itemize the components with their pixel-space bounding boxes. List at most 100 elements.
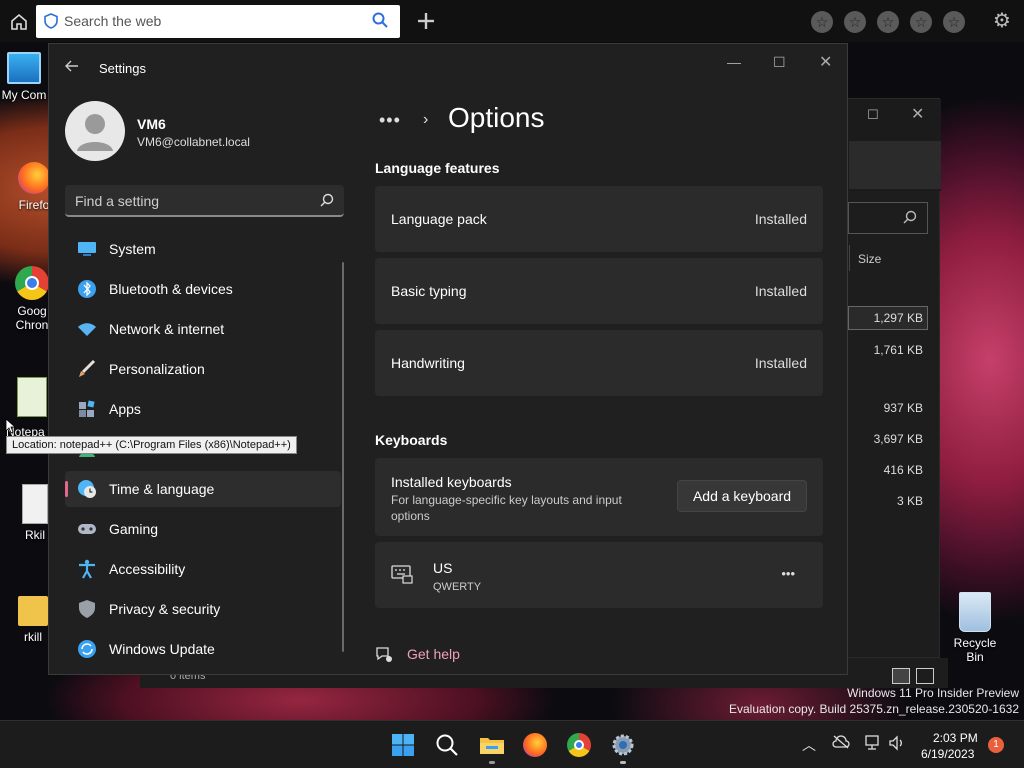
volume-icon[interactable] [888,735,906,754]
avatar[interactable] [65,101,125,161]
chrome-icon [15,266,49,300]
file-size: 1,761 KB [873,343,923,357]
keyboard-icon [391,564,413,589]
sidebar-item-label: Time & language [109,481,215,497]
details-view-button[interactable] [892,668,910,684]
web-search-input[interactable]: Search the web [36,5,400,38]
notification-badge[interactable]: 1 [988,737,1004,753]
desktop-icon-rkill-folder[interactable]: rkill [18,596,48,644]
tiles-view-button[interactable] [916,668,934,684]
update-icon [77,639,97,659]
column-header-size[interactable]: Size [858,252,881,266]
desktop-icon-rkill[interactable]: Rkil [20,484,50,542]
home-button[interactable] [9,12,29,32]
find-setting-input[interactable]: Find a setting [65,185,344,217]
bookmark-star-1[interactable]: ☆ [811,11,833,33]
start-button[interactable] [391,733,415,757]
back-button[interactable] [65,59,79,78]
sidebar-scrollbar[interactable] [342,262,344,652]
desktop-icon-google-chrome[interactable]: Goog Chron [12,266,52,332]
desktop-icon-notepadpp[interactable]: Notepa [6,377,50,439]
keyboard-more-button[interactable]: ••• [781,566,795,581]
desktop-icon-recycle-bin[interactable]: Recycle Bin [944,592,1006,664]
sidebar-item-label: Apps [109,401,141,417]
person-icon [77,114,113,151]
sidebar-item-privacy-security[interactable]: Privacy & security [65,591,341,627]
feature-card-handwriting[interactable]: Handwriting Installed [375,330,823,396]
sidebar-item-network[interactable]: Network & internet [65,311,341,347]
taskbar-firefox[interactable] [523,733,547,757]
search-icon[interactable] [372,12,388,33]
section-header-language-features: Language features [375,160,500,176]
installed-keyboards-desc: For language-specific key layouts and in… [391,493,622,523]
sidebar-item-label: Windows Update [109,641,215,657]
gear-icon: ⚙ [993,10,1011,32]
taskbar-settings[interactable] [611,733,635,757]
file-size: 937 KB [883,401,923,415]
clock-date[interactable]: 6/19/2023 [921,747,974,761]
feature-card-language-pack[interactable]: Language pack Installed [375,186,823,252]
sidebar-item-label: System [109,241,156,257]
desktop-icon-label: Firefo [18,198,50,212]
sidebar-item-apps[interactable]: Apps [65,391,341,427]
breadcrumb-more-button[interactable]: ••• [379,110,401,131]
sidebar-item-personalization[interactable]: Personalization [65,351,341,387]
bookmark-star-4[interactable]: ☆ [910,11,932,33]
notepadpp-icon [17,377,47,417]
sidebar-item-system[interactable]: System [65,231,341,267]
chevron-up-icon[interactable]: ︿ [802,735,816,755]
feature-label: Handwriting [391,355,465,371]
close-button[interactable]: ✕ [819,52,832,72]
get-help-link[interactable]: Get help [407,646,460,662]
network-icon[interactable] [864,735,882,754]
sidebar-item-windows-update[interactable]: Windows Update [65,631,341,667]
bookmark-star-2[interactable]: ☆ [844,11,866,33]
arrow-left-icon [65,60,78,72]
feature-status: Installed [754,211,807,227]
keyboard-name: US [433,560,453,576]
star-icon: ☆ [815,14,829,30]
feature-card-basic-typing[interactable]: Basic typing Installed [375,258,823,324]
add-keyboard-button[interactable]: Add a keyboard [677,480,807,512]
sidebar-item-label: Gaming [109,521,159,537]
taskbar-search-button[interactable] [435,733,459,757]
browser-settings-button[interactable]: ⚙ [993,11,1011,31]
taskbar-chrome[interactable] [567,733,591,757]
user-email: VM6@collabnet.local [137,135,250,149]
sidebar-item-accessibility[interactable]: Accessibility [65,551,341,587]
sidebar-item-time-language[interactable]: Time & language [65,471,341,507]
sidebar-item-bluetooth[interactable]: Bluetooth & devices [65,271,341,307]
cloud-off-icon[interactable] [832,735,850,752]
maximize-button[interactable]: ☐ [773,54,786,71]
sidebar-item-label: Personalization [109,361,205,377]
folder-icon [18,596,48,626]
minimize-button[interactable]: ― [727,54,741,70]
plus-icon [418,13,434,29]
close-icon[interactable]: ✕ [911,104,924,124]
desktop-icon-label: rkill [24,630,42,644]
wifi-icon [77,319,97,339]
installed-keyboards-title: Installed keyboards [391,474,512,490]
star-icon: ☆ [881,14,895,30]
brush-icon [77,359,97,379]
explorer-search-input[interactable] [848,202,928,234]
chevron-right-icon: › [423,111,429,128]
page-title: Options [448,102,545,133]
star-icon: ☆ [947,14,961,30]
settings-window[interactable]: ― ☐ ✕ Settings VM6 VM6@collabnet.local F… [48,43,848,675]
search-icon [436,734,458,756]
bookmark-star-5[interactable]: ☆ [943,11,965,33]
bookmark-star-3[interactable]: ☆ [877,11,899,33]
desktop-icon-my-computer[interactable]: My Com [0,52,48,102]
new-tab-button[interactable] [415,10,437,35]
feature-label: Language pack [391,211,487,227]
maximize-icon[interactable]: ☐ [867,107,879,123]
clock-time[interactable]: 2:03 PM [933,731,978,745]
recycle-bin-icon [959,592,991,632]
clock-globe-icon [77,479,97,499]
taskbar-file-explorer[interactable] [479,733,504,757]
explorer-toolbar [849,141,941,189]
sidebar-item-gaming[interactable]: Gaming [65,511,341,547]
installed-keyboards-card: Installed keyboards For language-specifi… [375,458,823,536]
keyboard-card-us[interactable]: US QWERTY ••• [375,542,823,608]
